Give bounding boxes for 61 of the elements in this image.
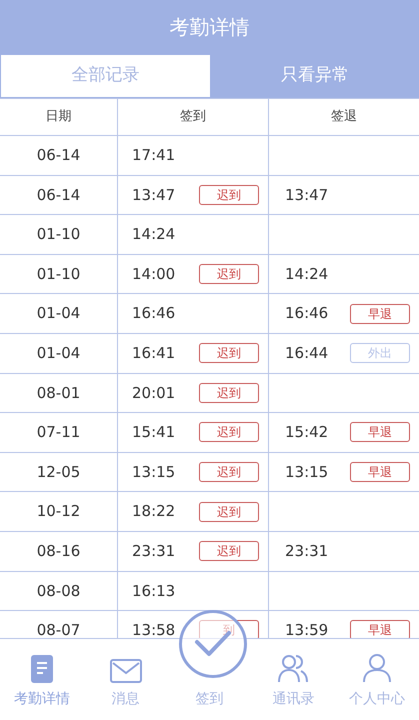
date-text: 01-10 <box>36 264 80 285</box>
status-tag: 迟到 <box>199 502 259 522</box>
time-text: 17:41 <box>132 145 176 166</box>
status-tag: 迟到 <box>199 462 259 482</box>
time-text: 16:44 <box>285 343 328 364</box>
filter-tab[interactable]: 只看异常 <box>210 54 419 98</box>
time-text: 13:47 <box>285 184 328 206</box>
nav-tab[interactable]: 考勤详情 <box>0 639 84 720</box>
status-tag: 迟到 <box>199 422 259 442</box>
column-header: 日期 <box>46 108 72 126</box>
date-text: 08-07 <box>36 620 80 638</box>
status-tag: 迟到 <box>199 382 259 403</box>
date-text: 10-12 <box>36 501 80 522</box>
time-text: 18:22 <box>132 501 176 522</box>
date-text: 08-08 <box>36 580 80 602</box>
time-text: 15:42 <box>285 422 328 444</box>
time-text: 14:24 <box>285 264 328 285</box>
status-tag: 早退 <box>350 462 410 482</box>
status-tag: 早退 <box>350 304 410 324</box>
status-tag: 外出 <box>350 343 410 364</box>
time-text: 13:58 <box>132 620 176 638</box>
envelope-icon <box>110 659 142 683</box>
nav-tab[interactable]: 个人中心 <box>335 639 419 720</box>
date-text: 12-05 <box>36 462 80 483</box>
date-text: 01-10 <box>36 224 80 246</box>
date-text: 08-16 <box>36 540 80 562</box>
date-text: 06-14 <box>36 145 80 166</box>
date-text: 01-04 <box>36 303 80 324</box>
date-text: 07-11 <box>36 422 80 444</box>
time-text: 13:15 <box>285 462 328 483</box>
status-tag: 早退 <box>350 422 410 442</box>
nav-tab[interactable]: 签到 <box>168 639 252 720</box>
date-text: 01-04 <box>36 343 80 364</box>
column-header: 签到 <box>180 108 206 126</box>
date-text: 06-14 <box>36 184 80 206</box>
status-tag: 迟到 <box>199 541 259 562</box>
time-text: 16:41 <box>132 343 176 364</box>
column-header: 签退 <box>331 108 357 126</box>
date-text: 08-01 <box>36 382 80 404</box>
time-text: 23:31 <box>285 540 328 562</box>
time-text: 13:47 <box>132 184 176 206</box>
time-text: 16:13 <box>132 580 176 602</box>
document-icon <box>30 655 53 683</box>
page-title: 考勤详情 <box>170 14 250 41</box>
person-icon <box>362 653 392 683</box>
people-icon <box>277 653 310 683</box>
time-text: 15:41 <box>132 422 176 444</box>
status-tag: 迟到 <box>199 264 259 284</box>
time-text: 16:46 <box>132 303 176 324</box>
time-text: 14:24 <box>132 224 176 246</box>
status-tag: 迟到 <box>199 343 259 364</box>
status-tag: 迟到 <box>199 184 259 205</box>
time-text: 20:01 <box>132 382 176 404</box>
time-text: 23:31 <box>132 540 176 562</box>
time-text: 16:46 <box>285 303 328 324</box>
time-text: 14:00 <box>132 264 176 285</box>
nav-tab[interactable]: 消息 <box>84 639 168 720</box>
time-text: 13:59 <box>285 620 328 638</box>
time-text: 13:15 <box>132 462 176 483</box>
nav-tab[interactable]: 通讯录 <box>251 639 336 720</box>
filter-tab[interactable]: 全部记录 <box>0 54 210 98</box>
